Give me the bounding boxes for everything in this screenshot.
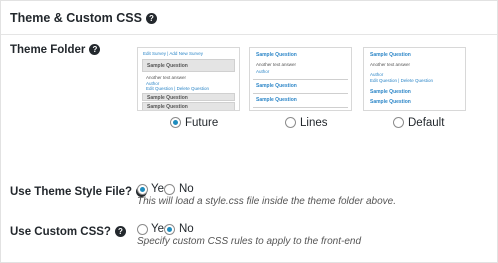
radio-lines-label: Lines	[300, 117, 328, 129]
preview-question-bar: Sample Question	[142, 59, 235, 72]
help-icon[interactable]: ?	[89, 44, 101, 55]
preview-question-bar-3: Sample Question	[142, 102, 235, 110]
theme-style-label-text: Use Theme Style File?	[10, 186, 133, 198]
preview-answer: Another text answer	[146, 75, 187, 80]
custom-css-description: Specify custom CSS rules to apply to the…	[137, 236, 361, 247]
theme-style-description: This will load a style.css file inside t…	[137, 196, 397, 207]
panel-title: Theme & Custom CSS?	[10, 11, 157, 25]
radio-default[interactable]	[393, 117, 404, 128]
preview-question-2: Sample Question	[370, 89, 411, 95]
divider	[253, 107, 348, 108]
theme-preview-default[interactable]: Sample Question Another text answer Auth…	[363, 47, 466, 111]
custom-css-label: Use Custom CSS??	[10, 226, 126, 238]
help-icon[interactable]: ?	[114, 226, 126, 237]
radio-custom-css-no[interactable]	[164, 224, 175, 235]
custom-css-label-text: Use Custom CSS?	[10, 226, 111, 238]
preview-question-bar-2: Sample Question	[142, 93, 235, 101]
radio-lines[interactable]	[285, 117, 296, 128]
preview-question-3: Sample Question	[147, 104, 188, 110]
preview-question-3: Sample Question	[256, 97, 297, 103]
preview-answer: Another text answer	[256, 62, 297, 67]
radio-theme-style-yes[interactable]	[137, 184, 148, 195]
panel-title-text: Theme & Custom CSS	[10, 11, 142, 25]
radio-theme-style-no-label: No	[179, 183, 194, 195]
preview-question: Sample Question	[147, 63, 188, 69]
theme-folder-label-text: Theme Folder	[10, 44, 86, 56]
preview-question-3: Sample Question	[370, 99, 411, 105]
preview-answer: Another text answer	[370, 62, 411, 67]
theme-folder-label: Theme Folder?	[10, 44, 101, 56]
radio-custom-css-no-label: No	[179, 223, 194, 235]
preview-links: Edit Question | Delete Question	[146, 86, 209, 91]
theme-preview-future[interactable]: Edit Survey | Add New Survey Sample Ques…	[137, 47, 240, 111]
preview-question: Sample Question	[370, 52, 411, 58]
theme-style-label: Use Theme Style File??	[10, 186, 148, 198]
preview-links: Edit Question | Delete Question	[370, 78, 433, 83]
radio-default-label: Default	[408, 117, 445, 129]
theme-css-panel: Theme & Custom CSS? Theme Folder? Edit S…	[0, 0, 498, 263]
preview-author: Author	[256, 69, 270, 74]
panel-header: Theme & Custom CSS?	[1, 1, 497, 35]
theme-preview-lines[interactable]: Sample Question Another text answer Auth…	[249, 47, 352, 111]
divider	[253, 79, 348, 80]
radio-custom-css-yes[interactable]	[137, 224, 148, 235]
preview-question: Sample Question	[256, 52, 297, 58]
radio-theme-style-no[interactable]	[164, 184, 175, 195]
radio-future-label: Future	[185, 117, 219, 129]
help-icon[interactable]: ?	[145, 13, 157, 24]
preview-question-2: Sample Question	[256, 83, 297, 89]
preview-question-2: Sample Question	[147, 95, 188, 101]
radio-future[interactable]	[170, 117, 181, 128]
divider	[253, 93, 348, 94]
preview-author: Author	[370, 72, 384, 77]
preview-top-link: Edit Survey | Add New Survey	[143, 51, 203, 56]
